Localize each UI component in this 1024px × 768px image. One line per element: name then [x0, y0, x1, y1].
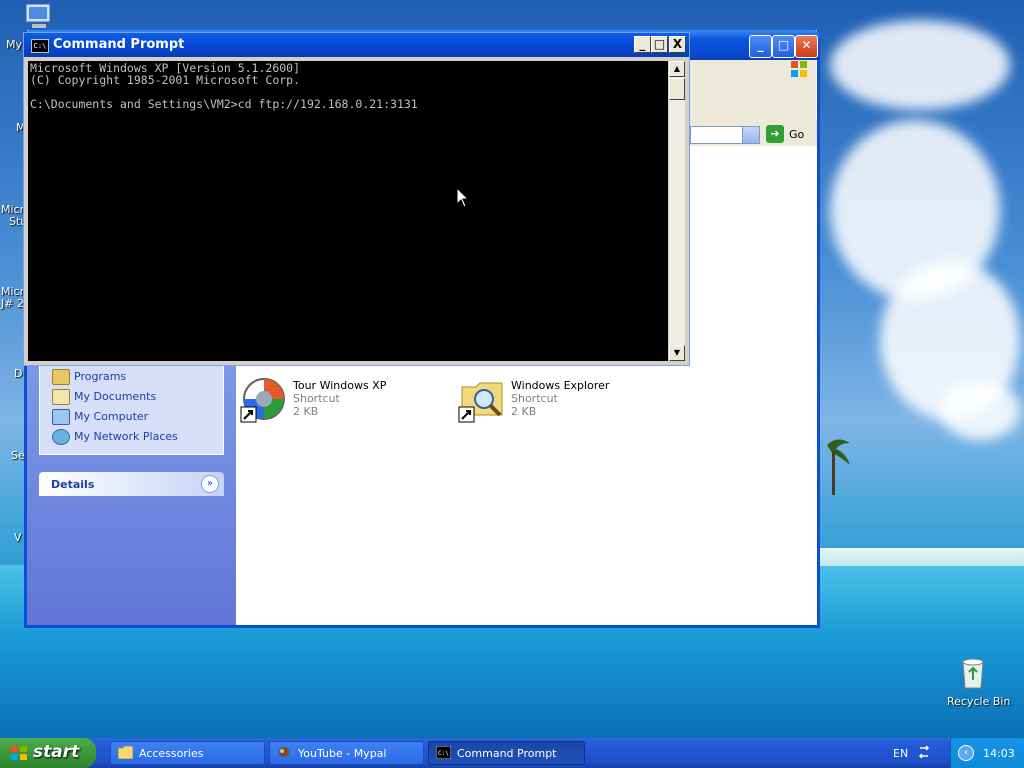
- my-computer-icon[interactable]: [22, 2, 56, 32]
- desktop-icon-label[interactable]: D: [14, 367, 22, 380]
- file-type: Shortcut: [511, 392, 558, 405]
- go-button-label[interactable]: Go: [789, 128, 804, 141]
- explorer-close-button[interactable]: ✕: [795, 35, 818, 58]
- svg-text:C:\: C:\: [438, 750, 449, 757]
- mypal-browser-icon: [279, 747, 289, 757]
- beach: [820, 548, 1024, 566]
- my-documents-icon: [52, 389, 70, 405]
- desktop-icon-label[interactable]: J# 2: [1, 297, 24, 310]
- cmd-titlebar[interactable]: C:\ Command Prompt _ □ X: [24, 33, 689, 57]
- scroll-down-icon[interactable]: ▼: [669, 345, 685, 361]
- taskbar-item-label: YouTube - Mypal: [298, 747, 387, 760]
- scroll-thumb[interactable]: [669, 78, 685, 100]
- mouse-cursor-icon: [456, 187, 470, 208]
- go-arrow-icon[interactable]: ➜: [766, 125, 784, 143]
- folder-icon: [118, 746, 133, 759]
- task-link-my-computer[interactable]: My Computer: [74, 410, 148, 423]
- language-indicator[interactable]: EN: [893, 747, 908, 760]
- command-prompt-window: C:\ Command Prompt _ □ X Microsoft Windo…: [23, 32, 690, 366]
- scroll-up-icon[interactable]: ▲: [669, 61, 685, 77]
- cloud: [830, 20, 1010, 110]
- clock[interactable]: 14:03: [983, 747, 1015, 760]
- desktop-icon-label[interactable]: My: [6, 38, 22, 51]
- recycle-bin-label[interactable]: Recycle Bin: [947, 695, 1010, 708]
- file-size: 2 KB: [511, 405, 537, 418]
- cmd-icon: C:\: [436, 746, 451, 759]
- taskbar-item-label: Accessories: [139, 747, 204, 760]
- desktop-icon-label[interactable]: Se: [11, 449, 25, 462]
- file-name[interactable]: Windows Explorer: [511, 379, 609, 392]
- file-name[interactable]: Tour Windows XP: [293, 379, 386, 392]
- cmd-title: Command Prompt: [53, 37, 185, 52]
- cloud: [940, 380, 1020, 440]
- taskbar-item-youtube-mypal[interactable]: YouTube - Mypal: [269, 741, 424, 765]
- file-type: Shortcut: [293, 392, 340, 405]
- tray-expand-icon[interactable]: ‹: [958, 745, 974, 761]
- windows-logo-icon: [791, 61, 807, 77]
- task-link-my-documents[interactable]: My Documents: [74, 390, 156, 403]
- details-label[interactable]: Details: [51, 478, 94, 491]
- console-output[interactable]: Microsoft Windows XP [Version 5.1.2600] …: [28, 61, 668, 361]
- console-line: C:\Documents and Settings\VM2>cd ftp://1…: [30, 97, 418, 111]
- recycle-bin-icon[interactable]: [957, 656, 989, 690]
- windows-explorer-icon[interactable]: [458, 375, 506, 423]
- task-link-programs[interactable]: Programs: [74, 370, 126, 383]
- tour-windows-xp-icon[interactable]: [240, 375, 288, 423]
- taskbar-item-label: Command Prompt: [457, 747, 557, 760]
- explorer-maximize-button[interactable]: □: [772, 35, 795, 58]
- palm-tree: [827, 439, 850, 495]
- task-link-my-network-places[interactable]: My Network Places: [74, 430, 178, 443]
- cmd-scrollbar[interactable]: ▲ ▼: [669, 61, 685, 361]
- taskbar-item-command-prompt[interactable]: C:\ Command Prompt: [428, 741, 585, 765]
- cmd-maximize-button[interactable]: □: [651, 36, 668, 53]
- desktop-icon-label[interactable]: V: [14, 531, 22, 544]
- taskbar-item-accessories[interactable]: Accessories: [110, 741, 265, 765]
- windows-flag-icon[interactable]: [10, 745, 28, 761]
- cmd-close-button[interactable]: X: [669, 36, 686, 53]
- explorer-minimize-button[interactable]: _: [749, 35, 772, 58]
- explorer-toolbar: [690, 82, 816, 121]
- chevron-down-icon[interactable]: »: [201, 475, 219, 493]
- file-size: 2 KB: [293, 405, 319, 418]
- network-tray-icon[interactable]: [918, 744, 930, 760]
- network-places-icon: [52, 429, 70, 445]
- programs-folder-icon: [52, 369, 70, 385]
- my-computer-small-icon: [52, 409, 70, 425]
- console-line: (C) Copyright 1985-2001 Microsoft Corp.: [30, 73, 301, 87]
- address-dropdown-icon[interactable]: [742, 126, 760, 144]
- cmd-icon[interactable]: C:\: [31, 39, 49, 53]
- start-label[interactable]: start: [33, 742, 79, 762]
- cmd-minimize-button[interactable]: _: [634, 36, 651, 53]
